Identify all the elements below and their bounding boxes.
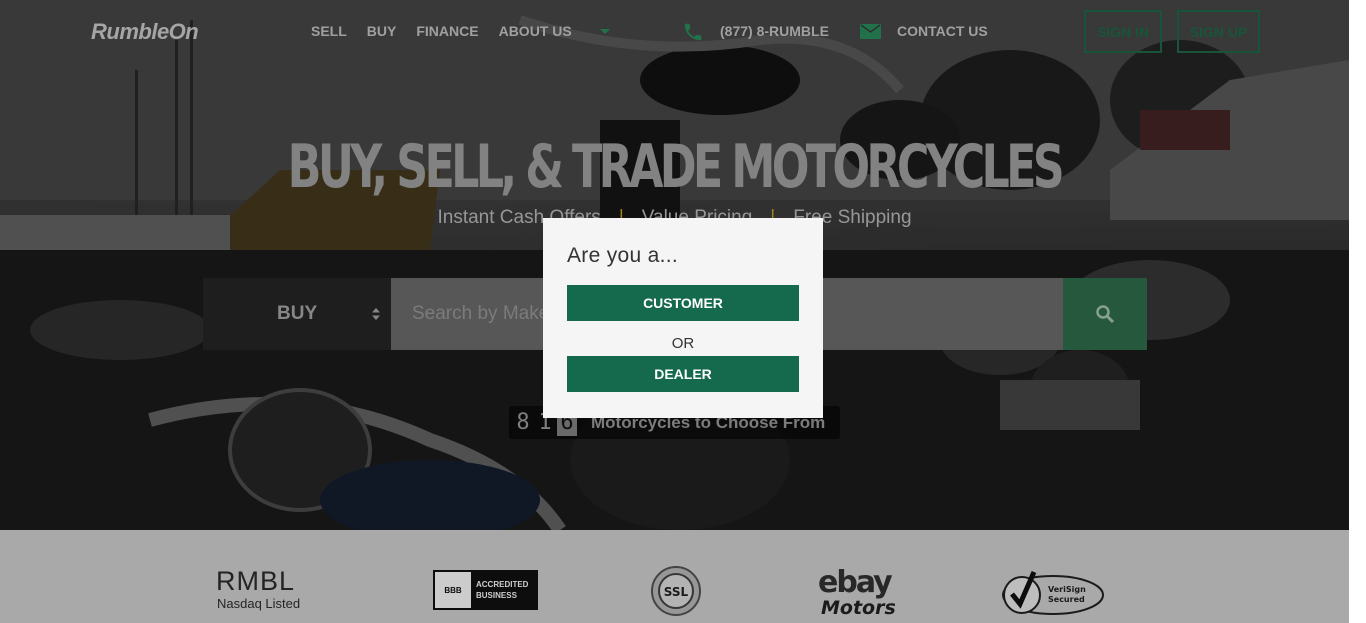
modal-title: Are you a...: [567, 244, 678, 267]
dealer-button[interactable]: DEALER: [567, 356, 799, 392]
customer-button[interactable]: CUSTOMER: [567, 285, 799, 321]
user-type-modal: Are you a... CUSTOMER OR DEALER: [543, 218, 823, 418]
or-divider: OR: [671, 335, 695, 352]
page-scrollbar[interactable]: [1349, 0, 1366, 623]
